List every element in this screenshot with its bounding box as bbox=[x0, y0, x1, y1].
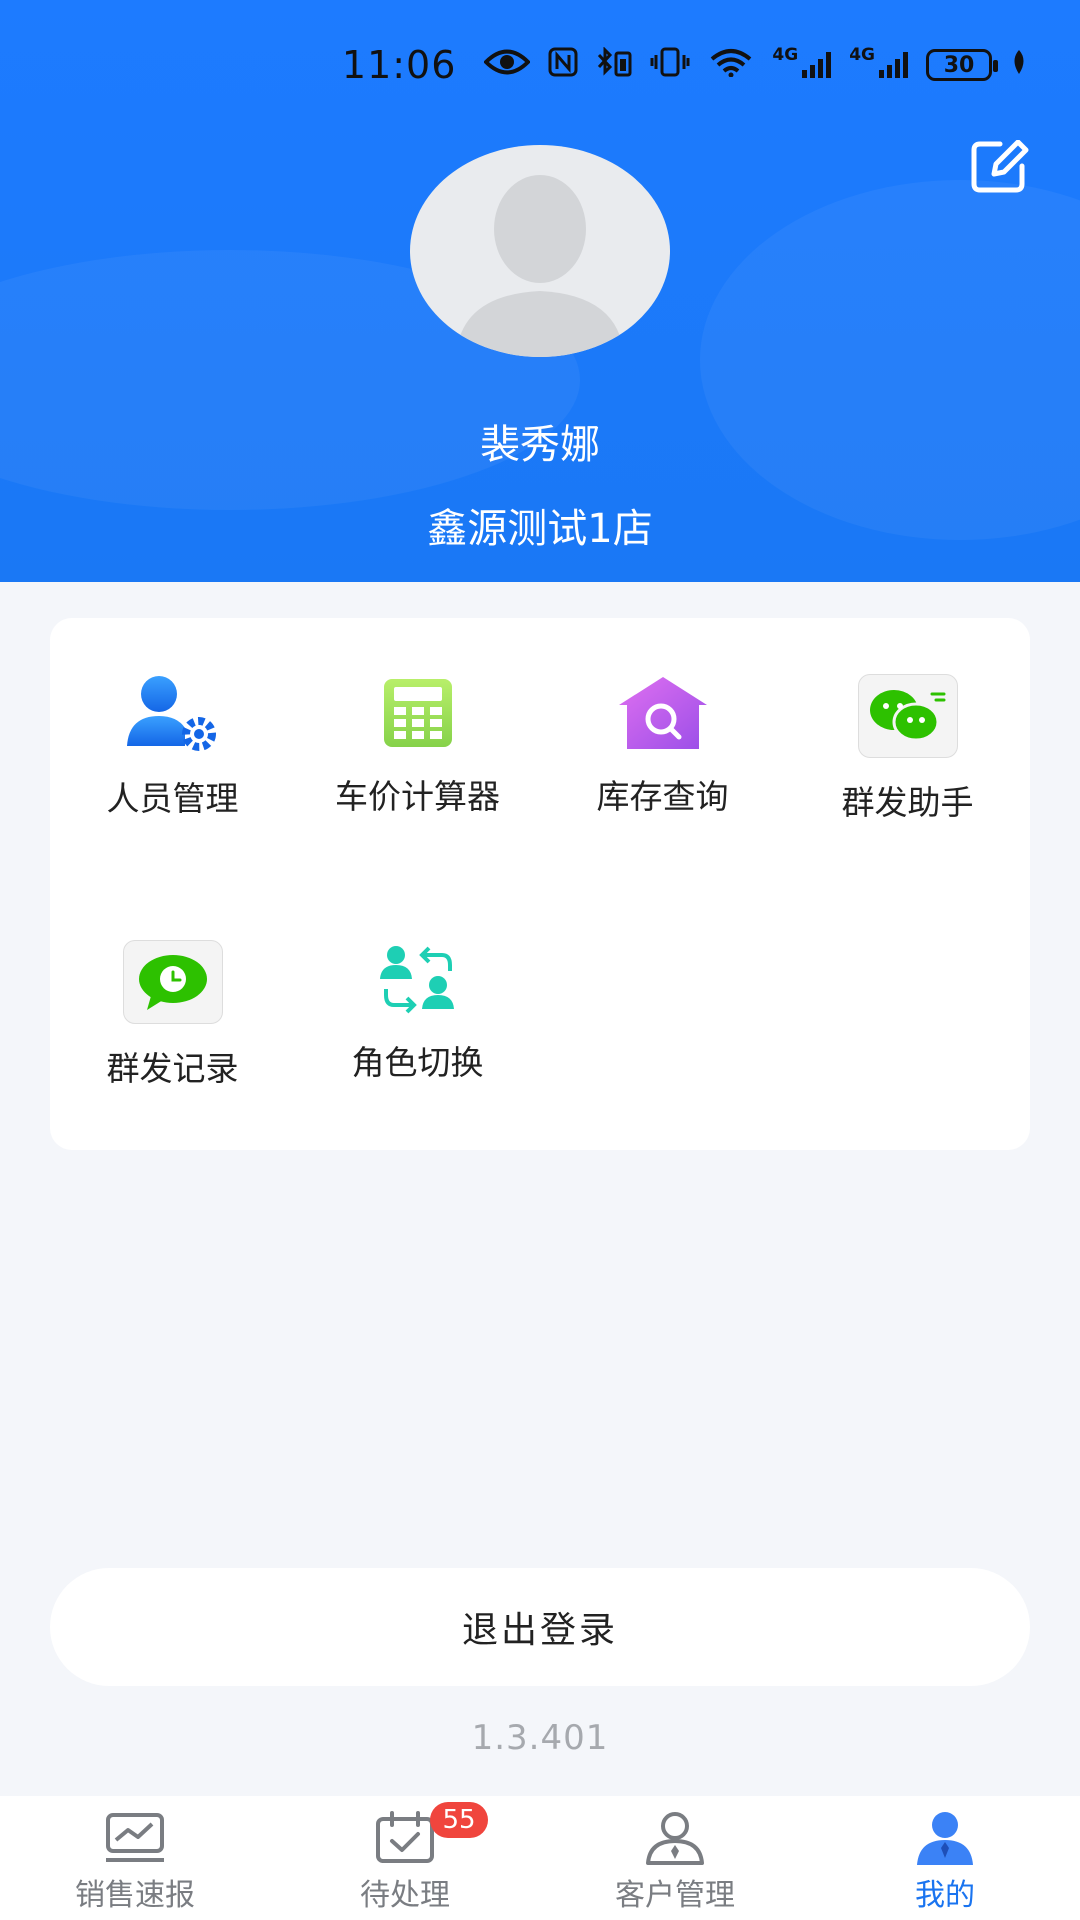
avatar[interactable] bbox=[410, 145, 670, 357]
profile-icon bbox=[914, 1810, 976, 1866]
status-bar: 11:06 4G 4G 30 bbox=[342, 38, 1028, 92]
calendar-check-icon: 55 bbox=[374, 1802, 488, 1866]
vibrate-icon bbox=[650, 47, 690, 83]
network-type: 4G bbox=[849, 45, 875, 65]
tab-label: 我的 bbox=[915, 1878, 975, 1913]
default-avatar-icon bbox=[456, 175, 624, 357]
wifi-icon bbox=[708, 47, 754, 83]
menu-item-inventory-search[interactable]: 库存查询 bbox=[540, 618, 785, 818]
eye-icon bbox=[483, 47, 532, 83]
app-version: 1.3.401 bbox=[471, 1718, 609, 1758]
tab-pending[interactable]: 55 待处理 bbox=[270, 1796, 540, 1920]
battery-icon: 30 bbox=[926, 49, 998, 81]
edit-profile-button[interactable] bbox=[968, 138, 1032, 196]
menu-item-label: 角色切换 bbox=[351, 1043, 484, 1082]
logout-button[interactable]: 退出登录 bbox=[50, 1568, 1030, 1686]
pending-count-badge: 55 bbox=[430, 1802, 488, 1838]
menu-item-staff-management[interactable]: 人员管理 bbox=[50, 618, 295, 818]
header-decoration bbox=[700, 180, 1080, 540]
chart-monitor-icon bbox=[104, 1810, 166, 1866]
menu-item-label: 群发助手 bbox=[841, 783, 974, 822]
menu-item-car-price-calculator[interactable]: 车价计算器 bbox=[295, 618, 540, 818]
menu-item-label: 车价计算器 bbox=[335, 777, 500, 816]
nfc-icon bbox=[548, 47, 578, 83]
wechat-icon bbox=[856, 674, 960, 758]
edit-icon bbox=[971, 140, 1029, 193]
status-time: 11:06 bbox=[341, 43, 457, 87]
tab-sales-report[interactable]: 销售速报 bbox=[0, 1796, 270, 1920]
menu-item-label: 人员管理 bbox=[106, 779, 239, 818]
warehouse-search-icon bbox=[611, 674, 715, 752]
tab-mine[interactable]: 我的 bbox=[810, 1796, 1080, 1920]
message-clock-icon bbox=[121, 940, 225, 1024]
signal-icon bbox=[802, 52, 832, 78]
role-switch-icon bbox=[366, 940, 470, 1018]
network-type: 4G bbox=[772, 45, 799, 65]
store-name: 鑫源测试1店 bbox=[427, 506, 653, 552]
user-name: 裴秀娜 bbox=[480, 422, 600, 468]
menu-item-label: 库存查询 bbox=[596, 777, 729, 816]
battery-level: 30 bbox=[943, 52, 975, 78]
menu-item-mass-message-assistant[interactable]: 群发助手 bbox=[785, 618, 1030, 822]
leaf-icon bbox=[1010, 48, 1028, 82]
tab-customer-management[interactable]: 客户管理 bbox=[540, 1796, 810, 1920]
tab-label: 待处理 bbox=[360, 1878, 450, 1913]
bottom-tab-bar: 销售速报 55 待处理 客户管理 我的 bbox=[0, 1796, 1080, 1920]
user-settings-icon bbox=[121, 674, 225, 754]
function-menu-card: 人员管理 车价计算器 库存查询 群发助手 群发记录 角色切换 bbox=[50, 618, 1030, 1150]
tab-label: 销售速报 bbox=[75, 1878, 195, 1913]
profile-header: 11:06 4G 4G 30 裴秀娜 鑫源测试1店 bbox=[0, 0, 1080, 582]
customer-icon bbox=[644, 1810, 706, 1866]
tab-label: 客户管理 bbox=[615, 1878, 735, 1913]
menu-item-role-switch[interactable]: 角色切换 bbox=[295, 884, 540, 1084]
signal-icon bbox=[879, 52, 908, 78]
menu-item-mass-message-records[interactable]: 群发记录 bbox=[50, 884, 295, 1088]
bluetooth-battery-icon bbox=[596, 46, 632, 83]
calculator-icon bbox=[366, 674, 470, 752]
menu-item-label: 群发记录 bbox=[106, 1049, 239, 1088]
